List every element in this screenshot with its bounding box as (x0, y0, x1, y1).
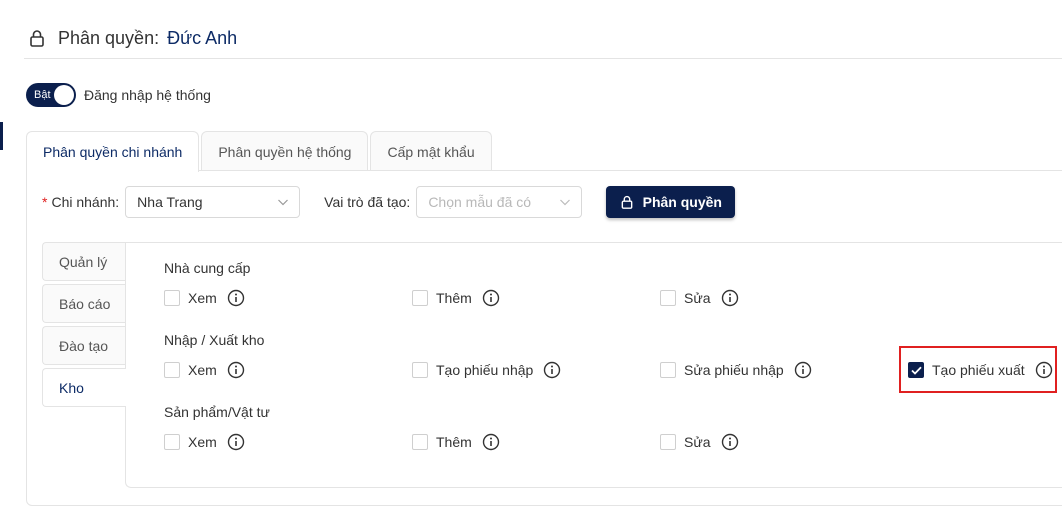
tab-system-permissions[interactable]: Phân quyền hệ thống (201, 131, 369, 171)
side-tab-management[interactable]: Quản lý (42, 242, 126, 281)
perm-products-add[interactable]: Thêm (412, 432, 500, 452)
perm-products-view[interactable]: Xem (164, 432, 245, 452)
login-toggle[interactable]: Bật (26, 83, 76, 107)
main-tabs: Phân quyền chi nhánh Phân quyền hệ thống… (26, 131, 494, 172)
perm-warehouse-create-receipt[interactable]: Tạo phiếu nhập (412, 360, 561, 380)
tab-password[interactable]: Cấp mật khẩu (370, 131, 492, 171)
perm-label: Xem (188, 290, 217, 306)
apply-permissions-label: Phân quyền (642, 194, 722, 210)
perm-label: Xem (188, 362, 217, 378)
modal-header: Phân quyền: Đức Anh (24, 18, 1062, 58)
perm-label: Xem (188, 434, 217, 450)
perm-products-edit[interactable]: Sửa (660, 432, 739, 452)
side-tabs: Quản lý Báo cáo Đào tạo Kho (42, 242, 126, 410)
perm-label: Tạo phiếu nhập (436, 362, 534, 378)
required-marker: * (42, 194, 48, 210)
apply-permissions-button[interactable]: Phân quyền (606, 186, 736, 218)
login-label: Đăng nhập hệ thống (84, 87, 211, 103)
checkbox[interactable] (412, 290, 428, 306)
checkbox[interactable] (660, 290, 676, 306)
role-select[interactable]: Chọn mẫu đã có (416, 186, 583, 218)
checkbox[interactable] (164, 362, 180, 378)
checkbox[interactable] (660, 434, 676, 450)
info-icon[interactable] (721, 433, 739, 451)
perm-label: Sửa (684, 434, 711, 450)
role-label: Vai trò đã tạo: (324, 194, 411, 210)
chevron-down-icon (278, 199, 289, 206)
group-title-suppliers: Nhà cung cấp (164, 260, 251, 276)
branch-select[interactable]: Nha Trang (125, 186, 301, 218)
side-tab-warehouse[interactable]: Kho (42, 368, 126, 407)
info-icon[interactable] (482, 289, 500, 307)
modal-title-user: Đức Anh (167, 27, 238, 48)
perm-warehouse-view[interactable]: Xem (164, 360, 245, 380)
lock-icon (30, 30, 44, 47)
highlight-box (899, 346, 1057, 393)
modal-title-label: Phân quyền: (58, 27, 160, 48)
perm-suppliers-add[interactable]: Thêm (412, 288, 500, 308)
perm-label: Thêm (436, 290, 472, 306)
side-tab-reports[interactable]: Báo cáo (42, 284, 126, 323)
side-tab-training[interactable]: Đào tạo (42, 326, 126, 365)
role-select-placeholder: Chọn mẫu đã có (428, 194, 532, 210)
filter-row: * Chi nhánh: Nha Trang Vai trò đã tạo: C… (42, 186, 736, 218)
tab-branch-permissions[interactable]: Phân quyền chi nhánh (26, 131, 200, 172)
chevron-down-icon (560, 199, 571, 206)
checkbox[interactable] (164, 290, 180, 306)
info-icon[interactable] (543, 361, 561, 379)
group-title-products: Sản phẩm/Vật tư (164, 404, 270, 420)
branch-label: Chi nhánh: (51, 194, 120, 210)
toggle-label: Bật (34, 89, 51, 101)
info-icon[interactable] (227, 289, 245, 307)
group-title-warehouse-io: Nhập / Xuất kho (164, 332, 265, 348)
checkbox[interactable] (660, 362, 676, 378)
info-icon[interactable] (794, 361, 812, 379)
info-icon[interactable] (482, 433, 500, 451)
login-row: Bật Đăng nhập hệ thống (26, 83, 211, 107)
checkbox[interactable] (412, 362, 428, 378)
checkbox[interactable] (412, 434, 428, 450)
info-icon[interactable] (227, 433, 245, 451)
checkbox[interactable] (164, 434, 180, 450)
info-icon[interactable] (721, 289, 739, 307)
info-icon[interactable] (227, 361, 245, 379)
perm-label: Sửa phiếu nhập (684, 362, 784, 378)
lock-icon (621, 195, 632, 209)
toggle-knob (54, 85, 74, 105)
branch-select-value: Nha Trang (137, 194, 203, 210)
perm-label: Thêm (436, 434, 472, 450)
perm-warehouse-edit-receipt[interactable]: Sửa phiếu nhập (660, 360, 812, 380)
perm-suppliers-edit[interactable]: Sửa (660, 288, 739, 308)
perm-label: Sửa (684, 290, 711, 306)
left-edge-mark (0, 122, 3, 150)
perm-suppliers-view[interactable]: Xem (164, 288, 245, 308)
header-divider (24, 58, 1062, 59)
